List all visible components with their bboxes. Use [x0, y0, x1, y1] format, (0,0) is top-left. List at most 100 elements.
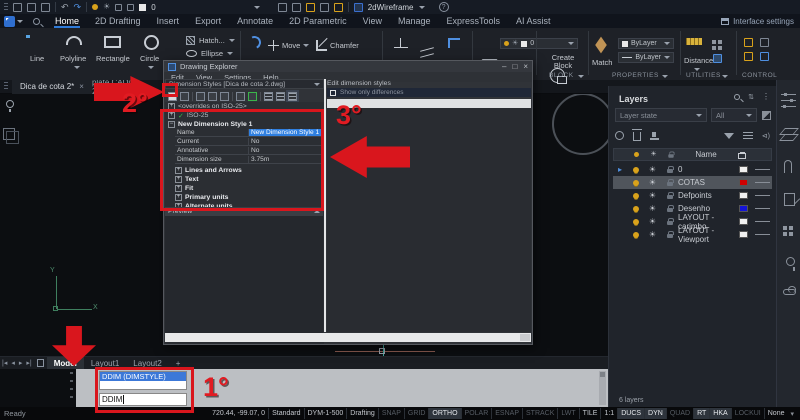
layer-filter-dropdown[interactable]: All [711, 108, 757, 122]
layer-state-dropdown[interactable]: Layer state [615, 108, 707, 122]
redo-icon[interactable]: ↷ [74, 2, 82, 12]
show-differences-checkbox[interactable] [330, 90, 336, 96]
canvas-ucs-cube-icon[interactable] [3, 128, 15, 140]
layer-row[interactable]: ▸ ☀ 0 [613, 163, 772, 176]
document-tab-active[interactable]: Dica de cota 2* × [12, 80, 92, 94]
status-textstyle[interactable]: Standard [268, 408, 303, 419]
properties-panel-icon[interactable] [781, 94, 796, 109]
layer-lock-icon[interactable] [667, 234, 673, 238]
toggle-dyn[interactable]: DYN [644, 408, 666, 419]
properties-group-label[interactable]: PROPERTIES [612, 72, 659, 79]
visual-style-value[interactable]: 2dWireframe [368, 3, 414, 12]
command-panel-grip[interactable] [70, 372, 73, 404]
id-point-icon[interactable] [712, 40, 722, 50]
unisolate-objects-icon[interactable] [744, 52, 753, 61]
dialog-horizontal-scrollbar[interactable] [165, 333, 531, 342]
circle-tool-label[interactable]: Circle [140, 54, 159, 63]
toggle-polar[interactable]: POLAR [461, 408, 492, 419]
status-workspace[interactable]: Drafting [346, 408, 378, 419]
layer-on-icon[interactable] [633, 180, 639, 186]
status-annotation-scale[interactable]: 1:1 [600, 408, 617, 419]
chevron-down-icon[interactable] [568, 42, 574, 45]
toggle-tile[interactable]: TILE [579, 408, 601, 419]
layer-linetype[interactable] [755, 208, 770, 209]
tab-2d-drafting[interactable]: 2D Drafting [94, 14, 142, 28]
polyline-flyout-chevron-icon[interactable] [74, 66, 80, 69]
toggle-strack[interactable]: STRACK [522, 408, 557, 419]
app-logo[interactable] [4, 16, 15, 27]
category-dropdown[interactable]: Dimension Styles [Dica de cota 2.dwg] [165, 79, 324, 89]
isolate-icon[interactable]: ⊲) [762, 132, 770, 140]
chevron-down-icon[interactable] [303, 44, 309, 47]
toolbar-grip[interactable] [4, 3, 8, 12]
layer-linetype[interactable] [755, 234, 770, 235]
layer-color-swatch[interactable] [739, 166, 748, 173]
layer-on-icon[interactable] [633, 232, 639, 238]
match-properties-icon[interactable] [595, 37, 607, 54]
tab-2d-parametric[interactable]: 2D Parametric [288, 14, 348, 28]
toggle-rt[interactable]: RT [693, 408, 709, 419]
layer-lock-icon[interactable] [667, 182, 673, 186]
layer-freeze-icon[interactable]: ☀ [649, 178, 656, 187]
layer-on-icon[interactable] [92, 4, 98, 10]
doctab-grip[interactable] [4, 82, 8, 91]
toggle-hka[interactable]: HKA [709, 408, 730, 419]
create-block-label[interactable]: Create Block [545, 54, 581, 70]
chevron-down-icon[interactable] [664, 56, 670, 59]
layer-lock-icon[interactable] [667, 169, 673, 173]
cut-icon[interactable] [196, 92, 205, 101]
layer-linetype[interactable] [755, 169, 770, 170]
layer-lock-icon[interactable] [667, 221, 673, 225]
print-icon[interactable] [41, 3, 50, 12]
toggle-lockui[interactable]: LOCKUI [731, 408, 764, 419]
undo-icon[interactable]: ↶ [61, 2, 69, 12]
layer-on-icon[interactable] [633, 206, 639, 212]
utilities-group-chevron-icon[interactable] [722, 75, 728, 78]
layout-list-icon[interactable] [37, 359, 44, 367]
tab-home[interactable]: Home [54, 14, 80, 28]
layer-on-icon[interactable] [633, 219, 639, 225]
copy-icon[interactable] [208, 92, 217, 101]
search-icon[interactable] [734, 94, 740, 100]
chevron-down-icon[interactable] [254, 6, 260, 9]
layer-on-icon[interactable] [633, 167, 639, 173]
circle-flyout-chevron-icon[interactable] [148, 66, 154, 69]
entity-snap-icon[interactable] [292, 3, 301, 12]
layer-lock-icon[interactable] [667, 195, 673, 199]
blocks-panel-icon[interactable] [781, 224, 796, 239]
toggle-snap[interactable]: SNAP [378, 408, 404, 419]
properties-group-chevron-icon[interactable] [662, 75, 668, 78]
toggle-ortho[interactable]: ORTHO [428, 408, 460, 419]
layer-row-selected[interactable]: ☀ COTAS [613, 176, 772, 189]
minimize-icon[interactable]: – [502, 62, 506, 72]
purge-layer-icon[interactable] [650, 132, 659, 140]
clean-screen-icon[interactable] [760, 52, 769, 61]
layer-linetype[interactable] [755, 221, 770, 222]
close-tab-icon[interactable]: × [79, 82, 84, 91]
distance-tool-icon[interactable] [686, 38, 702, 45]
lock-column-icon[interactable] [668, 154, 673, 158]
tab-export[interactable]: Export [194, 14, 222, 28]
delete-layer-icon[interactable] [633, 132, 641, 141]
control-group-label[interactable]: CONTROL [742, 72, 777, 79]
rectangle-tool-label[interactable]: Rectangle [96, 54, 130, 63]
toggle-grid[interactable]: GRID [404, 408, 429, 419]
circle-tool-icon[interactable] [144, 35, 159, 50]
layer-color-swatch[interactable] [739, 192, 748, 199]
layer-freeze-icon[interactable]: ☀ [649, 230, 656, 239]
rectangle-tool-icon[interactable] [104, 36, 121, 48]
tab-ai-assist[interactable]: AI Assist [515, 14, 552, 28]
chevron-down-icon[interactable] [227, 52, 233, 55]
status-dimstyle[interactable]: DYM-1-500 [304, 408, 347, 419]
sheets-panel-icon[interactable] [784, 193, 795, 206]
layer-color-swatch[interactable] [739, 179, 748, 186]
list-view-icon[interactable] [264, 92, 273, 101]
color-bylayer-combo[interactable]: ByLayer [618, 38, 674, 49]
layer-row[interactable]: ☀ Defpoints [613, 189, 772, 202]
line-tool-label[interactable]: Line [30, 54, 44, 63]
canvas-lightbulb-icon[interactable] [6, 100, 14, 108]
close-icon[interactable]: × [523, 62, 528, 72]
layer-color-swatch[interactable] [739, 218, 748, 225]
search-icon[interactable] [33, 18, 40, 25]
rotate-tool-icon[interactable] [246, 34, 263, 51]
